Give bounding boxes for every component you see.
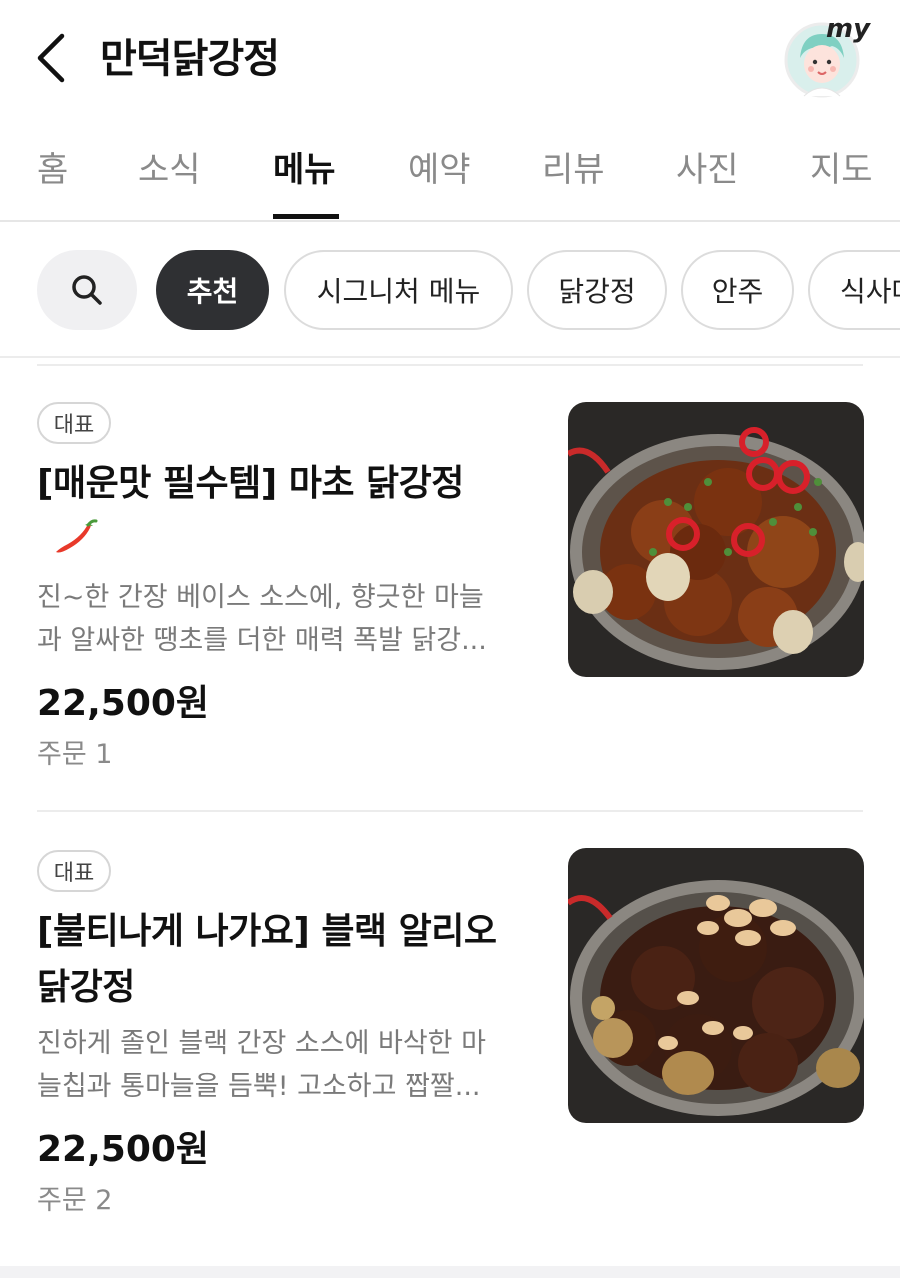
chili-pepper-icon (56, 519, 98, 553)
menu-item[interactable]: 대표 [매운맛 필수템] 마초 닭강정 진~한 간장 베이스 소스에, 향긋한 … (0, 366, 900, 810)
tab-map[interactable]: 지도 (810, 142, 873, 191)
tab-menu[interactable]: 메뉴 (273, 142, 336, 191)
tab-reviews[interactable]: 리뷰 (542, 142, 605, 191)
tab-news[interactable]: 소식 (138, 142, 201, 191)
menu-item-name-line1: [불티나게 나가요] 블랙 알리오 (37, 911, 497, 952)
my-label: my (826, 14, 871, 44)
menu-item-photo[interactable] (568, 402, 864, 677)
menu-item-name-line2: 닭강정 (37, 967, 135, 1008)
tab-bar: 홈 소식 메뉴 예약 리뷰 사진 지도 (0, 112, 900, 222)
chevron-left-icon (37, 33, 65, 83)
chip-meal-menu[interactable]: 식사메 (808, 250, 900, 330)
header-bar: 만덕닭강정 my (0, 0, 900, 112)
menu-item-order-count: 주문 1 (37, 739, 113, 770)
menu-item[interactable]: 대표 [불티나게 나가요] 블랙 알리오 닭강정 진하게 졸인 블랙 간장 소스… (0, 812, 900, 1252)
menu-item-photo[interactable] (568, 848, 864, 1123)
chip-recommended[interactable]: 추천 (156, 250, 269, 330)
menu-item-description-line2: 과 알싸한 땡초를 더한 매력 폭발 닭강... (37, 625, 487, 656)
menu-item-description-line1: 진~한 간장 베이스 소스에, 향긋한 마늘 (37, 582, 484, 613)
tab-reservation[interactable]: 예약 (408, 142, 471, 191)
menu-item-description-line2: 늘칩과 통마늘을 듬뿍! 고소하고 짭짤... (37, 1071, 481, 1102)
menu-item-description-line1: 진하게 졸인 블랙 간장 소스에 바삭한 마 (37, 1028, 486, 1059)
signature-badge: 대표 (37, 402, 111, 444)
menu-search-button[interactable] (37, 250, 137, 330)
chip-signature-menu[interactable]: 시그니처 메뉴 (284, 250, 513, 330)
chip-side-dishes[interactable]: 안주 (681, 250, 794, 330)
menu-item-price: 22,500원 (37, 1129, 210, 1170)
back-button[interactable] (32, 30, 76, 86)
page-title: 만덕닭강정 (100, 36, 280, 82)
menu-item-order-count: 주문 2 (37, 1185, 113, 1216)
active-tab-indicator (273, 214, 339, 219)
menu-item-price: 22,500원 (37, 683, 210, 724)
tab-home[interactable]: 홈 (37, 142, 68, 191)
bottom-section-gap (0, 1266, 900, 1278)
chip-dakgangjeong[interactable]: 닭강정 (527, 250, 667, 330)
search-icon (72, 275, 102, 305)
tab-photos[interactable]: 사진 (676, 142, 739, 191)
filter-chip-row: 추천 시그니처 메뉴 닭강정 안주 식사메 (0, 222, 900, 358)
menu-item-name: [매운맛 필수템] 마초 닭강정 (37, 463, 464, 504)
my-profile-button[interactable]: my (782, 14, 871, 100)
signature-badge: 대표 (37, 850, 111, 892)
